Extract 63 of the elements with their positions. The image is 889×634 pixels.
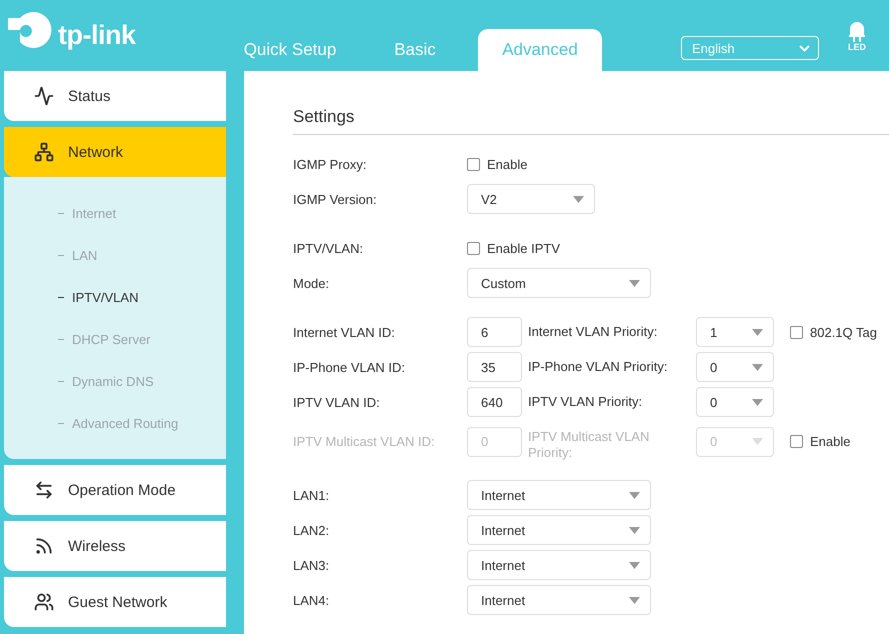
caret-icon xyxy=(629,596,640,604)
field-label: LAN2: xyxy=(293,522,330,538)
sidebar-item[interactable]: Status xyxy=(4,71,226,121)
sidebar-item[interactable]: Guest Network xyxy=(4,577,226,627)
users-icon xyxy=(34,592,54,612)
dropdown[interactable]: Internet xyxy=(467,550,651,580)
led-label: LED xyxy=(848,42,866,52)
dash-icon xyxy=(58,380,64,382)
checkbox[interactable]: 802.1Q Tag xyxy=(790,324,877,340)
field-label: IPTV Multicast VLAN ID: xyxy=(293,434,436,449)
caret-icon xyxy=(629,562,640,568)
dash-icon xyxy=(58,338,64,340)
submenu-item[interactable]: IPTV/VLAN xyxy=(4,276,226,318)
section-title: Settings xyxy=(293,107,889,135)
sidebar-item[interactable]: Wireless xyxy=(4,521,226,571)
checkbox[interactable]: Enable IPTV xyxy=(467,240,560,256)
network-icon xyxy=(34,142,54,162)
dropdown[interactable]: 1 xyxy=(696,317,774,347)
caret-icon xyxy=(629,526,640,534)
arrows-icon xyxy=(34,480,54,500)
dropdown[interactable]: Custom xyxy=(467,268,651,298)
field-label: IGMP Proxy: xyxy=(293,156,368,172)
field-label: IPTV Multicast VLAN Priority: xyxy=(528,428,650,461)
caret-icon xyxy=(752,438,763,445)
field-label: LAN1: xyxy=(293,488,330,502)
dash-icon xyxy=(58,212,64,214)
sidebar-item[interactable]: Network xyxy=(4,127,226,177)
chevron-icon xyxy=(799,44,810,52)
input-field[interactable]: 6 xyxy=(467,317,522,347)
input-field[interactable]: 35 xyxy=(467,352,522,382)
field-label: IP-Phone VLAN Priority: xyxy=(528,358,668,375)
bulb-icon[interactable] xyxy=(848,20,866,42)
dropdown[interactable]: 0 xyxy=(696,352,774,382)
caret-icon xyxy=(629,492,640,498)
dash-icon xyxy=(58,296,64,298)
dropdown[interactable]: Internet xyxy=(467,515,651,545)
caret-icon xyxy=(752,364,763,370)
field-label: Internet VLAN ID: xyxy=(293,324,396,340)
field-label: LAN3: xyxy=(293,558,330,572)
checkbox[interactable]: Enable xyxy=(467,156,528,172)
field-label: IP-Phone VLAN ID: xyxy=(293,360,406,374)
logo-text: tp-link xyxy=(58,20,136,50)
dash-icon xyxy=(58,422,64,424)
field-label: Mode: xyxy=(293,276,330,290)
dropdown[interactable]: 0 xyxy=(696,387,774,417)
caret-icon xyxy=(573,196,584,202)
wireless-icon xyxy=(34,536,54,556)
caret-icon xyxy=(752,328,763,336)
field-label: IPTV/VLAN: xyxy=(293,240,364,256)
pulse-icon xyxy=(34,86,54,106)
field-label: Internet VLAN Priority: xyxy=(528,323,658,340)
dropdown[interactable]: V2 xyxy=(467,184,595,214)
dropdown[interactable]: Internet xyxy=(467,585,651,615)
field-label: IPTV VLAN Priority: xyxy=(528,393,644,410)
input-field[interactable]: 640 xyxy=(467,387,522,417)
dash-icon xyxy=(58,254,64,256)
field-label: LAN4: xyxy=(293,592,330,608)
caret-icon xyxy=(629,280,640,286)
field-label: IPTV VLAN ID: xyxy=(293,394,381,410)
caret-icon xyxy=(752,398,763,406)
sidebar-item[interactable]: Operation Mode xyxy=(4,465,226,515)
dropdown[interactable]: Internet xyxy=(467,480,651,510)
field-label: IGMP Version: xyxy=(293,192,378,206)
